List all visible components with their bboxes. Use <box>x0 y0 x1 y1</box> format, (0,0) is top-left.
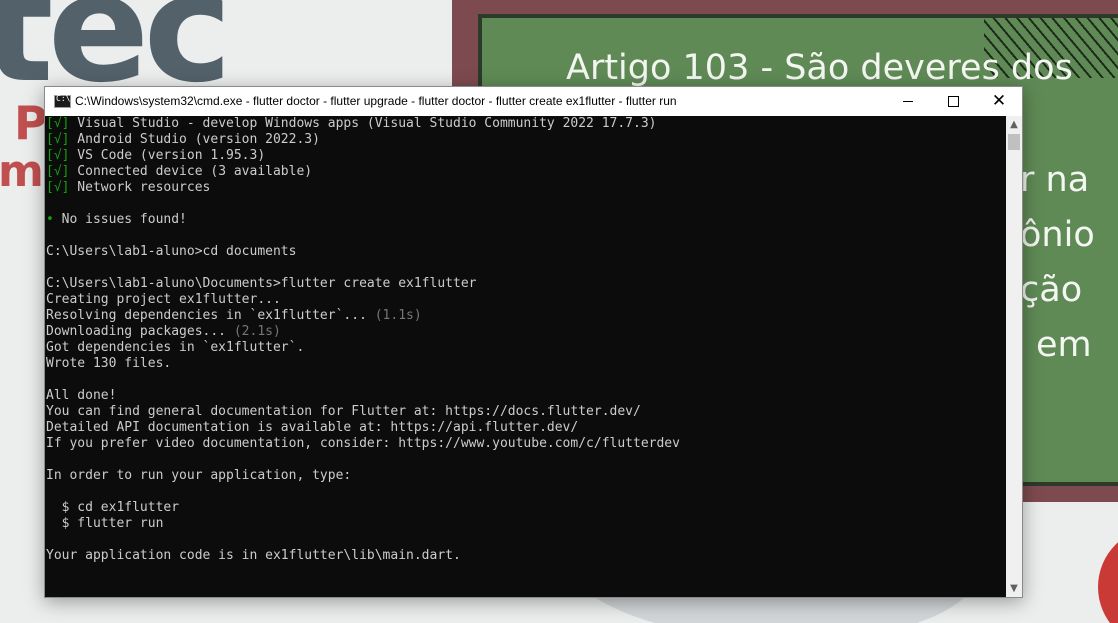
console-line-text: Android Studio (version 2022.3) <box>69 132 320 147</box>
window-title: C:\Windows\system32\cmd.exe - flutter do… <box>75 94 677 108</box>
checkmark-badge: [√] <box>46 116 70 131</box>
console-line: [√] Connected device (3 available) <box>45 164 1006 180</box>
console-line: Downloading packages... (2.1s) <box>45 324 1006 340</box>
scroll-up-arrow-icon[interactable]: ▲ <box>1006 116 1022 133</box>
console-line: [√] VS Code (version 1.95.3) <box>45 148 1006 164</box>
console-line: [√] Android Studio (version 2022.3) <box>45 132 1006 148</box>
console-line-text: If you prefer video documentation, consi… <box>46 436 680 451</box>
maximize-button[interactable] <box>930 87 976 116</box>
console-app-icon[interactable] <box>54 94 71 108</box>
console-line-text: No issues found! <box>53 212 187 227</box>
bullet-icon: • <box>46 212 54 227</box>
checkmark-badge: [√] <box>46 164 70 179</box>
scroll-down-arrow-icon[interactable]: ▼ <box>1006 580 1022 597</box>
console-line: $ flutter run <box>45 516 1006 532</box>
console-line-text: You can find general documentation for F… <box>46 404 641 419</box>
console-line: Your application code is in ex1flutter\l… <box>45 548 1006 564</box>
console-output[interactable]: [√] Visual Studio - develop Windows apps… <box>45 116 1006 597</box>
scrollbar-thumb[interactable] <box>1008 134 1020 150</box>
console-line: • No issues found! <box>45 212 1006 228</box>
console-line-text: Your application code is in ex1flutter\l… <box>46 548 461 563</box>
console-line: $ cd ex1flutter <box>45 500 1006 516</box>
console-line-timing: (1.1s) <box>374 308 422 323</box>
cmd-window[interactable]: C:\Windows\system32\cmd.exe - flutter do… <box>44 86 1023 598</box>
close-button[interactable]: ✕ <box>976 87 1022 116</box>
console-line-text: All done! <box>46 388 117 403</box>
console-line-text: Connected device (3 available) <box>69 164 313 179</box>
console-line: Creating project ex1flutter... <box>45 292 1006 308</box>
console-line-timing: (2.1s) <box>233 324 281 339</box>
board-line-1: Artigo 103 - São deveres dos <box>566 48 1073 88</box>
checkmark-badge: [√] <box>46 132 70 147</box>
checkmark-badge: [√] <box>46 148 70 163</box>
console-line-text: Network resources <box>69 180 211 195</box>
console-line: Detailed API documentation is available … <box>45 420 1006 436</box>
console-line: [√] Visual Studio - develop Windows apps… <box>45 116 1006 132</box>
console-line-text: $ flutter run <box>46 516 164 531</box>
console-line-text: Visual Studio - develop Windows apps (Vi… <box>69 116 657 131</box>
minimize-icon <box>903 101 913 102</box>
console-line-text: C:\Users\lab1-aluno\Documents>flutter cr… <box>46 276 477 291</box>
console-line: Resolving dependencies in `ex1flutter`..… <box>45 308 1006 324</box>
checkmark-badge: [√] <box>46 180 70 195</box>
console-line-text: VS Code (version 1.95.3) <box>69 148 266 163</box>
console-line: If you prefer video documentation, consi… <box>45 436 1006 452</box>
console-line: You can find general documentation for F… <box>45 404 1006 420</box>
console-line-text: Creating project ex1flutter... <box>46 292 281 307</box>
wallpaper-brand-p: P <box>14 96 48 150</box>
console-line-text: Resolving dependencies in `ex1flutter`..… <box>46 308 375 323</box>
console-line: In order to run your application, type: <box>45 468 1006 484</box>
console-line: C:\Users\lab1-aluno>cd documents <box>45 244 1006 260</box>
console-line: C:\Users\lab1-aluno\Documents>flutter cr… <box>45 276 1006 292</box>
console-line-text: Downloading packages... <box>46 324 234 339</box>
console-line-text: Got dependencies in `ex1flutter`. <box>46 340 305 355</box>
console-line-text: Detailed API documentation is available … <box>46 420 579 435</box>
board-line-3: ônio <box>1020 215 1095 255</box>
console-line-text: C:\Users\lab1-aluno>cd documents <box>46 244 297 259</box>
minimize-button[interactable] <box>885 87 931 116</box>
console-line-text: In order to run your application, type: <box>46 468 352 483</box>
maximize-icon <box>947 96 959 107</box>
close-icon: ✕ <box>991 91 1007 111</box>
vertical-scrollbar[interactable]: ▲ ▼ <box>1006 116 1022 597</box>
board-line-2: r na <box>1020 160 1090 200</box>
console-line: Wrote 130 files. <box>45 356 1006 372</box>
board-line-5: em <box>1036 325 1092 365</box>
wallpaper-red-circle <box>1098 527 1118 623</box>
window-titlebar[interactable]: C:\Windows\system32\cmd.exe - flutter do… <box>45 87 1022 116</box>
board-line-4: ção <box>1020 270 1083 310</box>
console-line: Got dependencies in `ex1flutter`. <box>45 340 1006 356</box>
console-line-text: Wrote 130 files. <box>46 356 172 371</box>
console-line-text: $ cd ex1flutter <box>46 500 180 515</box>
console-line: All done! <box>45 388 1006 404</box>
console-line: [√] Network resources <box>45 180 1006 196</box>
